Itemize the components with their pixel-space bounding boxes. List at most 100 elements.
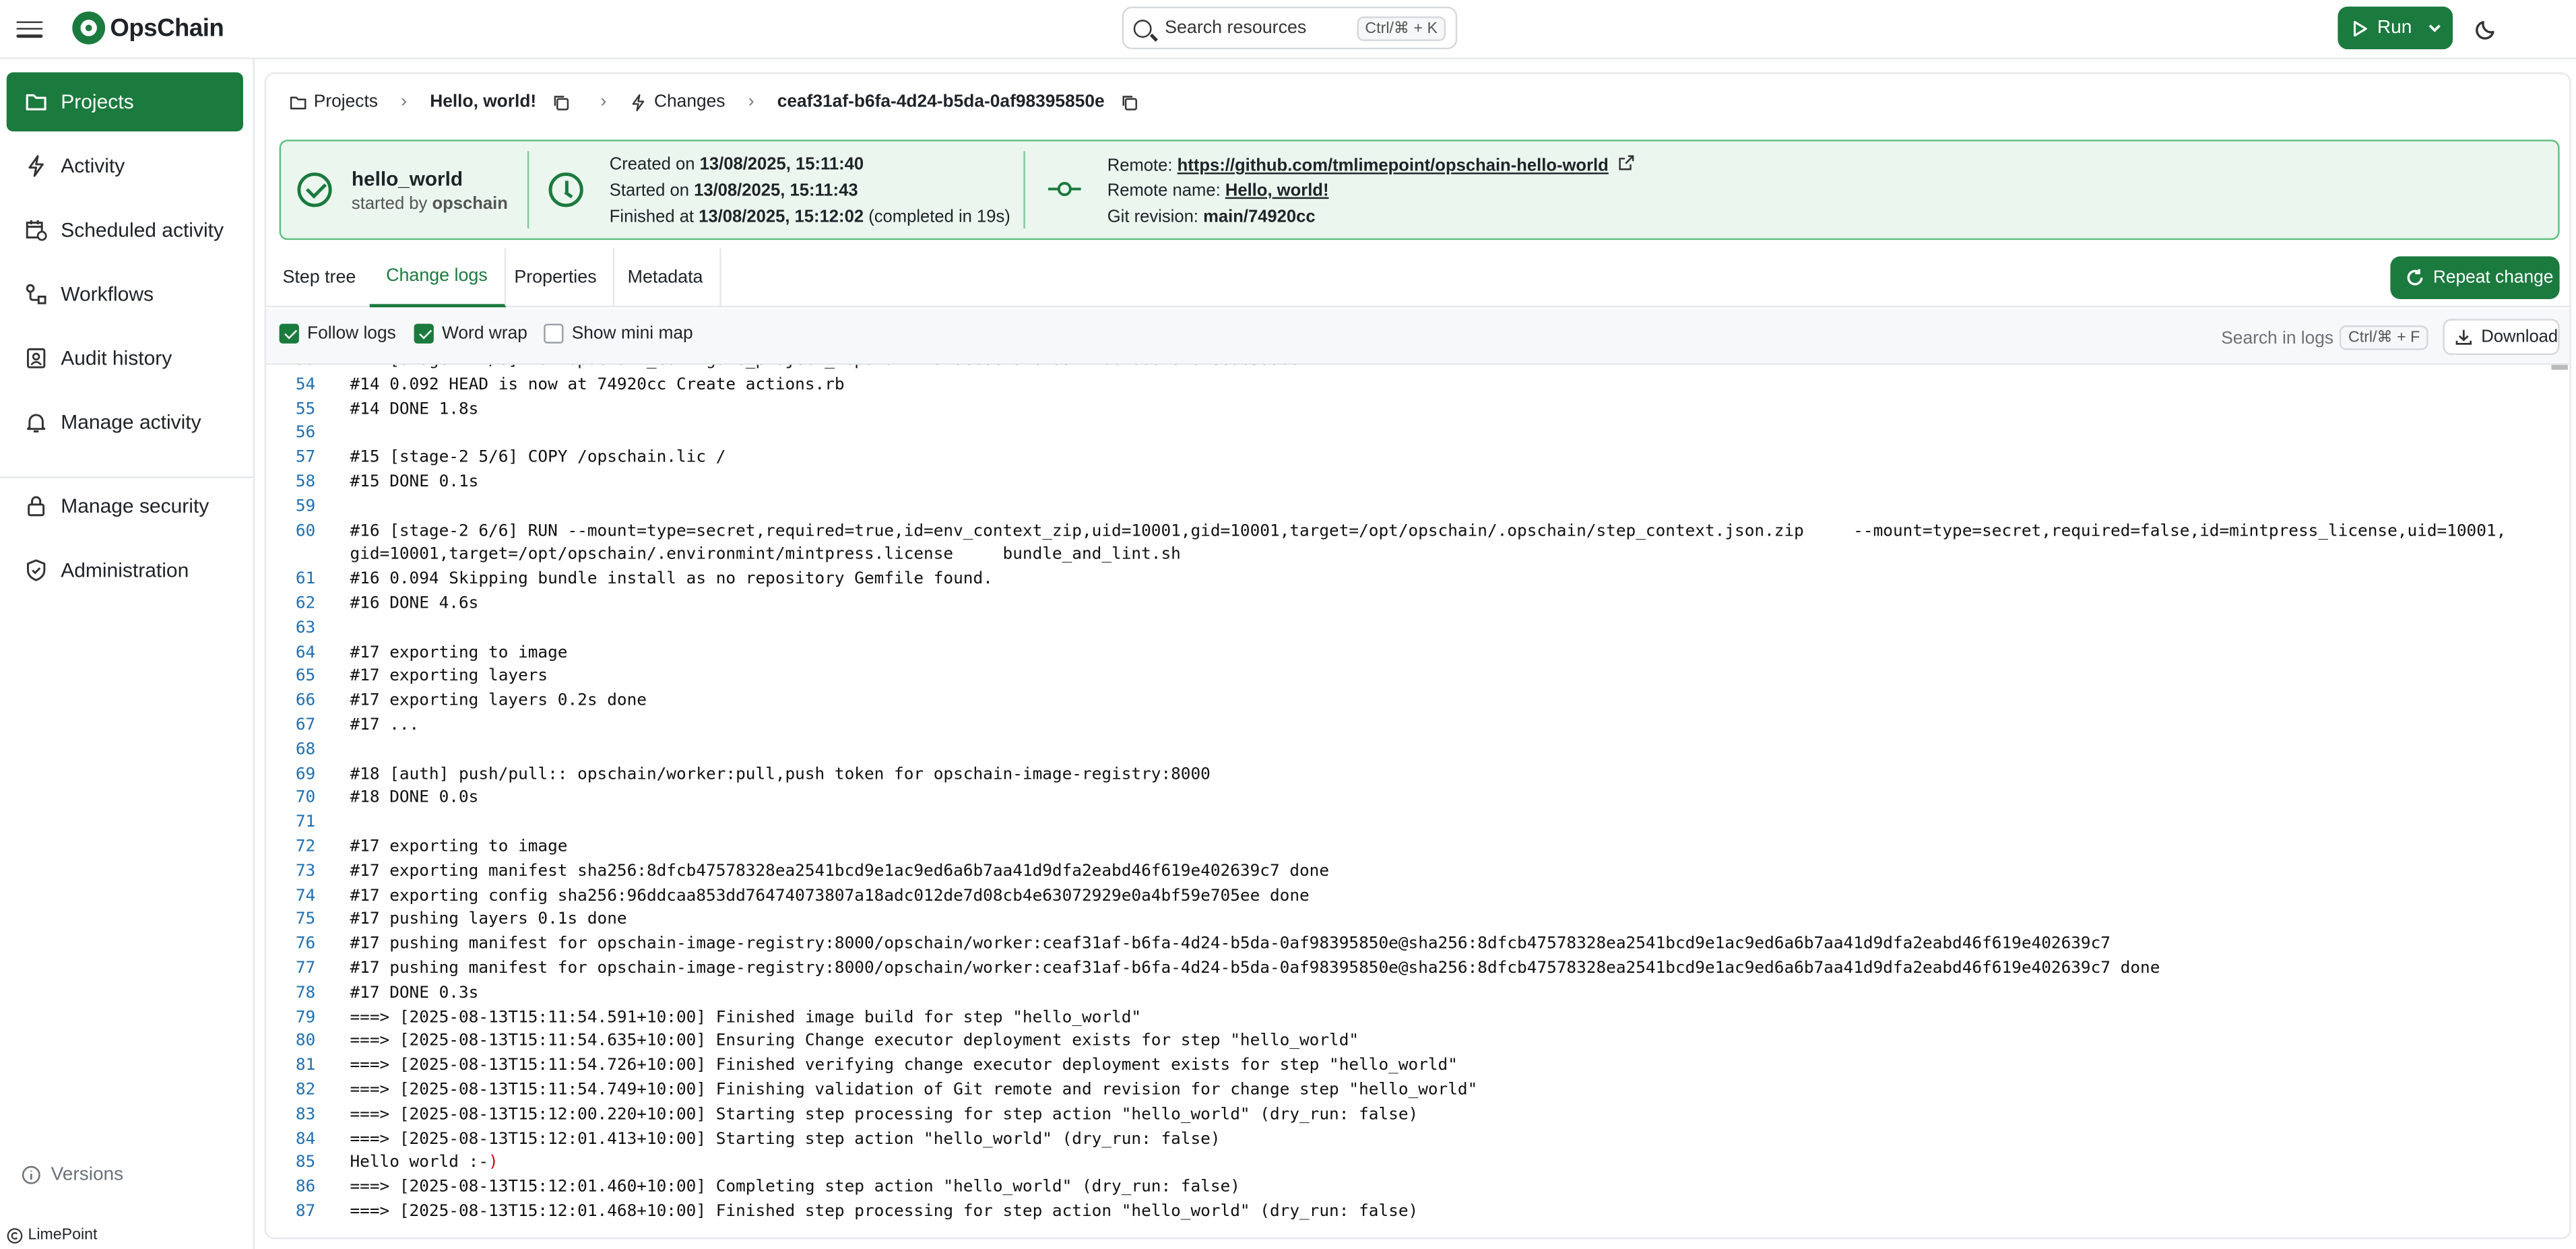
log-line-number: 62	[295, 595, 316, 613]
remote-url: Remote: https://github.com/tmlimepoint/o…	[1107, 154, 1635, 176]
log-viewer[interactable]: 53 #14 [stage-2 4/6] RUN opschain_configu…	[266, 365, 2569, 1238]
search-in-logs-input[interactable]: Search in logs Ctrl/⌘ + F	[2221, 325, 2428, 350]
audit-icon	[26, 348, 46, 369]
log-line-number: 72	[295, 838, 316, 856]
log-highlight: )	[488, 1154, 498, 1173]
lock-icon	[28, 496, 45, 517]
download-label: Download	[2481, 327, 2558, 347]
external-link-icon[interactable]	[1618, 154, 1634, 170]
log-line-text: ===> [2025-08-13T15:12:00.220+10:00] Sta…	[350, 1106, 1418, 1124]
log-line-number: 60	[295, 521, 316, 540]
download-button[interactable]: Download	[2443, 319, 2560, 355]
copy-icon[interactable]	[553, 93, 571, 111]
sidebar-item-administration[interactable]: Administration	[7, 541, 243, 600]
log-line: 86 ===> [2025-08-13T15:12:01.460+10:00] C…	[266, 1178, 2569, 1203]
opschain-logo[interactable]: OpsChain	[72, 11, 224, 44]
created-value: 13/08/2025, 15:11:40	[699, 154, 864, 174]
sidebar-item-projects[interactable]: Projects	[6, 72, 243, 132]
log-line: 87 ===> [2025-08-13T15:12:01.468+10:00] F…	[266, 1203, 2569, 1227]
tab-metadata[interactable]: Metadata	[611, 248, 721, 308]
search-resources-input[interactable]: Search resources Ctrl/⌘ + K	[1122, 6, 1458, 50]
log-line: 54 #14 0.092 HEAD is now at 74920cc Creat…	[266, 376, 2569, 400]
chevron-right-icon: ›	[748, 92, 754, 112]
sidebar-item-activity[interactable]: Activity	[7, 136, 243, 195]
breadcrumb-project[interactable]: Hello, world!	[430, 92, 536, 112]
log-line: 85 Hello world :-)	[266, 1154, 2569, 1178]
log-line-number: 68	[295, 740, 316, 759]
hamburger-menu-icon[interactable]	[16, 16, 43, 42]
log-line-text: #15 DONE 0.1s	[350, 474, 478, 492]
log-text: #14 DONE 1.8s	[350, 400, 479, 419]
sidebar-item-label: Administration	[61, 558, 189, 582]
repeat-change-button[interactable]: Repeat change	[2390, 256, 2560, 299]
started-by-prefix: started by	[351, 193, 432, 214]
log-line: gid=10001,target=/opt/opschain/.environm…	[266, 546, 2569, 571]
log-line-text: #16 0.094 Skipping bundle install as no …	[350, 571, 992, 589]
log-line-text: #17 DONE 0.3s	[350, 984, 478, 1002]
log-line: 60 #16 [stage-2 6/6] RUN --mount=type=sec…	[266, 521, 2569, 546]
log-line-text: #17 exporting config sha256:96ddcaa853dd…	[350, 887, 1309, 905]
sidebar-item-scheduled-activity[interactable]: Scheduled activity	[7, 201, 243, 260]
log-line: 76 #17 pushing manifest for opschain-imag…	[266, 936, 2569, 960]
run-button[interactable]: Run	[2338, 6, 2453, 50]
log-line: 63	[266, 619, 2569, 643]
remote-name: Remote name: Hello, world!	[1107, 181, 1329, 200]
tab-step-tree[interactable]: Step tree	[266, 248, 375, 308]
info-icon	[22, 1165, 40, 1184]
log-line-text: #17 ...	[350, 717, 419, 735]
log-line: 79 ===> [2025-08-13T15:11:54.591+10:00] F…	[266, 1008, 2569, 1033]
chevron-right-icon: ›	[401, 92, 408, 112]
logo-text: OpsChain	[110, 13, 224, 42]
log-line-number: 80	[295, 1032, 316, 1051]
log-line: 78 #17 DONE 0.3s	[266, 984, 2569, 1008]
download-icon	[2455, 329, 2472, 345]
clock-icon	[548, 172, 583, 207]
word-wrap-checkbox[interactable]: Word wrap	[414, 323, 527, 344]
remote-prefix: Remote:	[1107, 156, 1178, 177]
log-line: 65 #17 exporting layers	[266, 668, 2569, 692]
log-line-text: #17 pushing layers 0.1s done	[350, 911, 626, 929]
remote-name-link[interactable]: Hello, world!	[1225, 181, 1329, 200]
log-line-number: 79	[295, 1008, 316, 1027]
lightning-icon	[28, 155, 44, 177]
copy-icon[interactable]	[1121, 93, 1139, 111]
moon-icon[interactable]	[2474, 15, 2501, 41]
copyright-icon	[7, 1227, 23, 1243]
log-line: 53 #14 [stage-2 4/6] RUN opschain_configu…	[266, 365, 2569, 377]
breadcrumb-changes[interactable]: Changes	[654, 92, 725, 112]
sidebar-item-label: Projects	[61, 90, 134, 114]
log-line-text: #14 [stage-2 4/6] RUN opschain_configure…	[350, 365, 1309, 370]
log-scrollbar[interactable]	[2551, 364, 2568, 370]
sidebar-item-audit-history[interactable]: Audit history	[7, 329, 243, 388]
started-by-user: opschain	[432, 193, 508, 214]
change-summary-card: hello_world started by opschain Created …	[279, 139, 2560, 241]
log-line-number: 63	[295, 619, 316, 638]
log-line: 67 #17 ...	[266, 716, 2569, 741]
log-text: #16 [stage-2 6/6] RUN --mount=type=secre…	[350, 521, 2507, 540]
sidebar-item-manage-security[interactable]: Manage security	[7, 476, 243, 536]
finished-prefix: Finished at	[609, 207, 699, 227]
remote-link[interactable]: https://github.com/tmlimepoint/opschain-…	[1178, 156, 1609, 176]
log-line-number: 54	[295, 376, 316, 394]
created-on: Created on 13/08/2025, 15:11:40	[610, 154, 864, 174]
follow-logs-checkbox[interactable]: Follow logs	[279, 323, 396, 344]
log-text: ===> [2025-08-13T15:12:01.460+10:00] Com…	[350, 1178, 1240, 1197]
log-line: 57 #15 [stage-2 5/6] COPY /opschain.lic /	[266, 449, 2569, 473]
sidebar-item-label: Manage activity	[61, 410, 201, 435]
versions-link[interactable]: Versions	[22, 1165, 123, 1185]
repeat-change-label: Repeat change	[2433, 267, 2554, 288]
log-line-text: #17 exporting to image	[350, 838, 567, 856]
lightning-icon	[633, 93, 645, 110]
tab-change-logs[interactable]: Change logs	[369, 248, 506, 308]
sidebar-item-manage-activity[interactable]: Manage activity	[7, 393, 243, 452]
log-text: #18 [auth] push/pull:: opschain/worker:p…	[350, 765, 1211, 783]
log-line-number: 67	[295, 716, 316, 735]
log-line-number: 73	[295, 862, 316, 881]
tab-properties[interactable]: Properties	[498, 248, 615, 308]
sidebar-item-workflows[interactable]: Workflows	[7, 265, 243, 324]
log-line-number: 71	[295, 813, 316, 832]
breadcrumb-projects[interactable]: Projects	[314, 92, 378, 112]
log-line-text: #15 [stage-2 5/6] COPY /opschain.lic /	[350, 449, 726, 467]
show-mini-map-checkbox[interactable]: Show mini map	[544, 323, 693, 344]
log-line-number: 74	[295, 887, 316, 905]
